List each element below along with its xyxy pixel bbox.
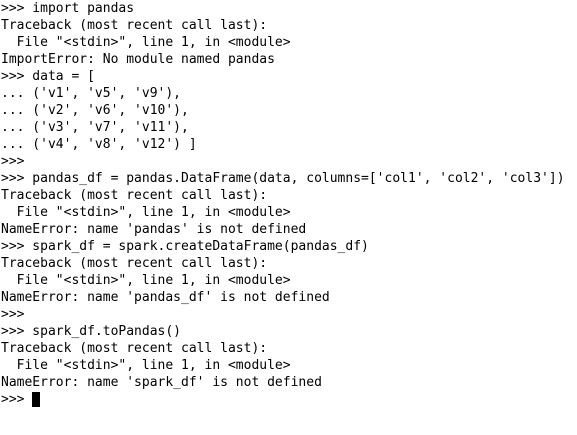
terminal-window[interactable]: >>> import pandas Traceback (most recent … <box>0 0 577 435</box>
terminal-line: >>> data = [ <box>1 69 95 84</box>
prompt-marker: >>> <box>1 392 33 407</box>
terminal-line: >>> spark_df.toPandas() <box>1 324 182 339</box>
terminal-line: ... ('v2', 'v6', 'v10'), <box>1 103 189 118</box>
terminal-line: >>> <box>1 307 25 322</box>
terminal-line: File "<stdin>", line 1, in <module> <box>1 273 291 288</box>
terminal-line: ... ('v1', 'v5', 'v9'), <box>1 86 182 101</box>
terminal-line: File "<stdin>", line 1, in <module> <box>1 358 291 373</box>
terminal-line: NameError: name 'pandas_df' is not defin… <box>1 290 330 305</box>
terminal-line: Traceback (most recent call last): <box>1 256 268 271</box>
terminal-line: >>> pandas_df = pandas.DataFrame(data, c… <box>1 171 565 186</box>
terminal-line: NameError: name 'pandas' is not defined <box>1 222 307 237</box>
terminal-line: File "<stdin>", line 1, in <module> <box>1 205 291 220</box>
terminal-line: File "<stdin>", line 1, in <module> <box>1 35 291 50</box>
terminal-line: Traceback (most recent call last): <box>1 18 268 33</box>
terminal-output: >>> import pandas Traceback (most recent … <box>1 0 577 391</box>
terminal-line: >>> spark_df = spark.createDataFrame(pan… <box>1 239 369 254</box>
active-prompt-line[interactable]: >>> <box>1 391 577 408</box>
terminal-line: ... ('v3', 'v7', 'v11'), <box>1 120 189 135</box>
terminal-line: Traceback (most recent call last): <box>1 341 268 356</box>
terminal-line: >>> import pandas <box>1 1 135 16</box>
terminal-line: >>> <box>1 154 25 169</box>
terminal-line: NameError: name 'spark_df' is not define… <box>1 375 322 390</box>
terminal-line: ... ('v4', 'v8', 'v12') ] <box>1 137 197 152</box>
terminal-line: ImportError: No module named pandas <box>1 52 275 67</box>
text-cursor <box>32 392 41 407</box>
terminal-line: Traceback (most recent call last): <box>1 188 268 203</box>
